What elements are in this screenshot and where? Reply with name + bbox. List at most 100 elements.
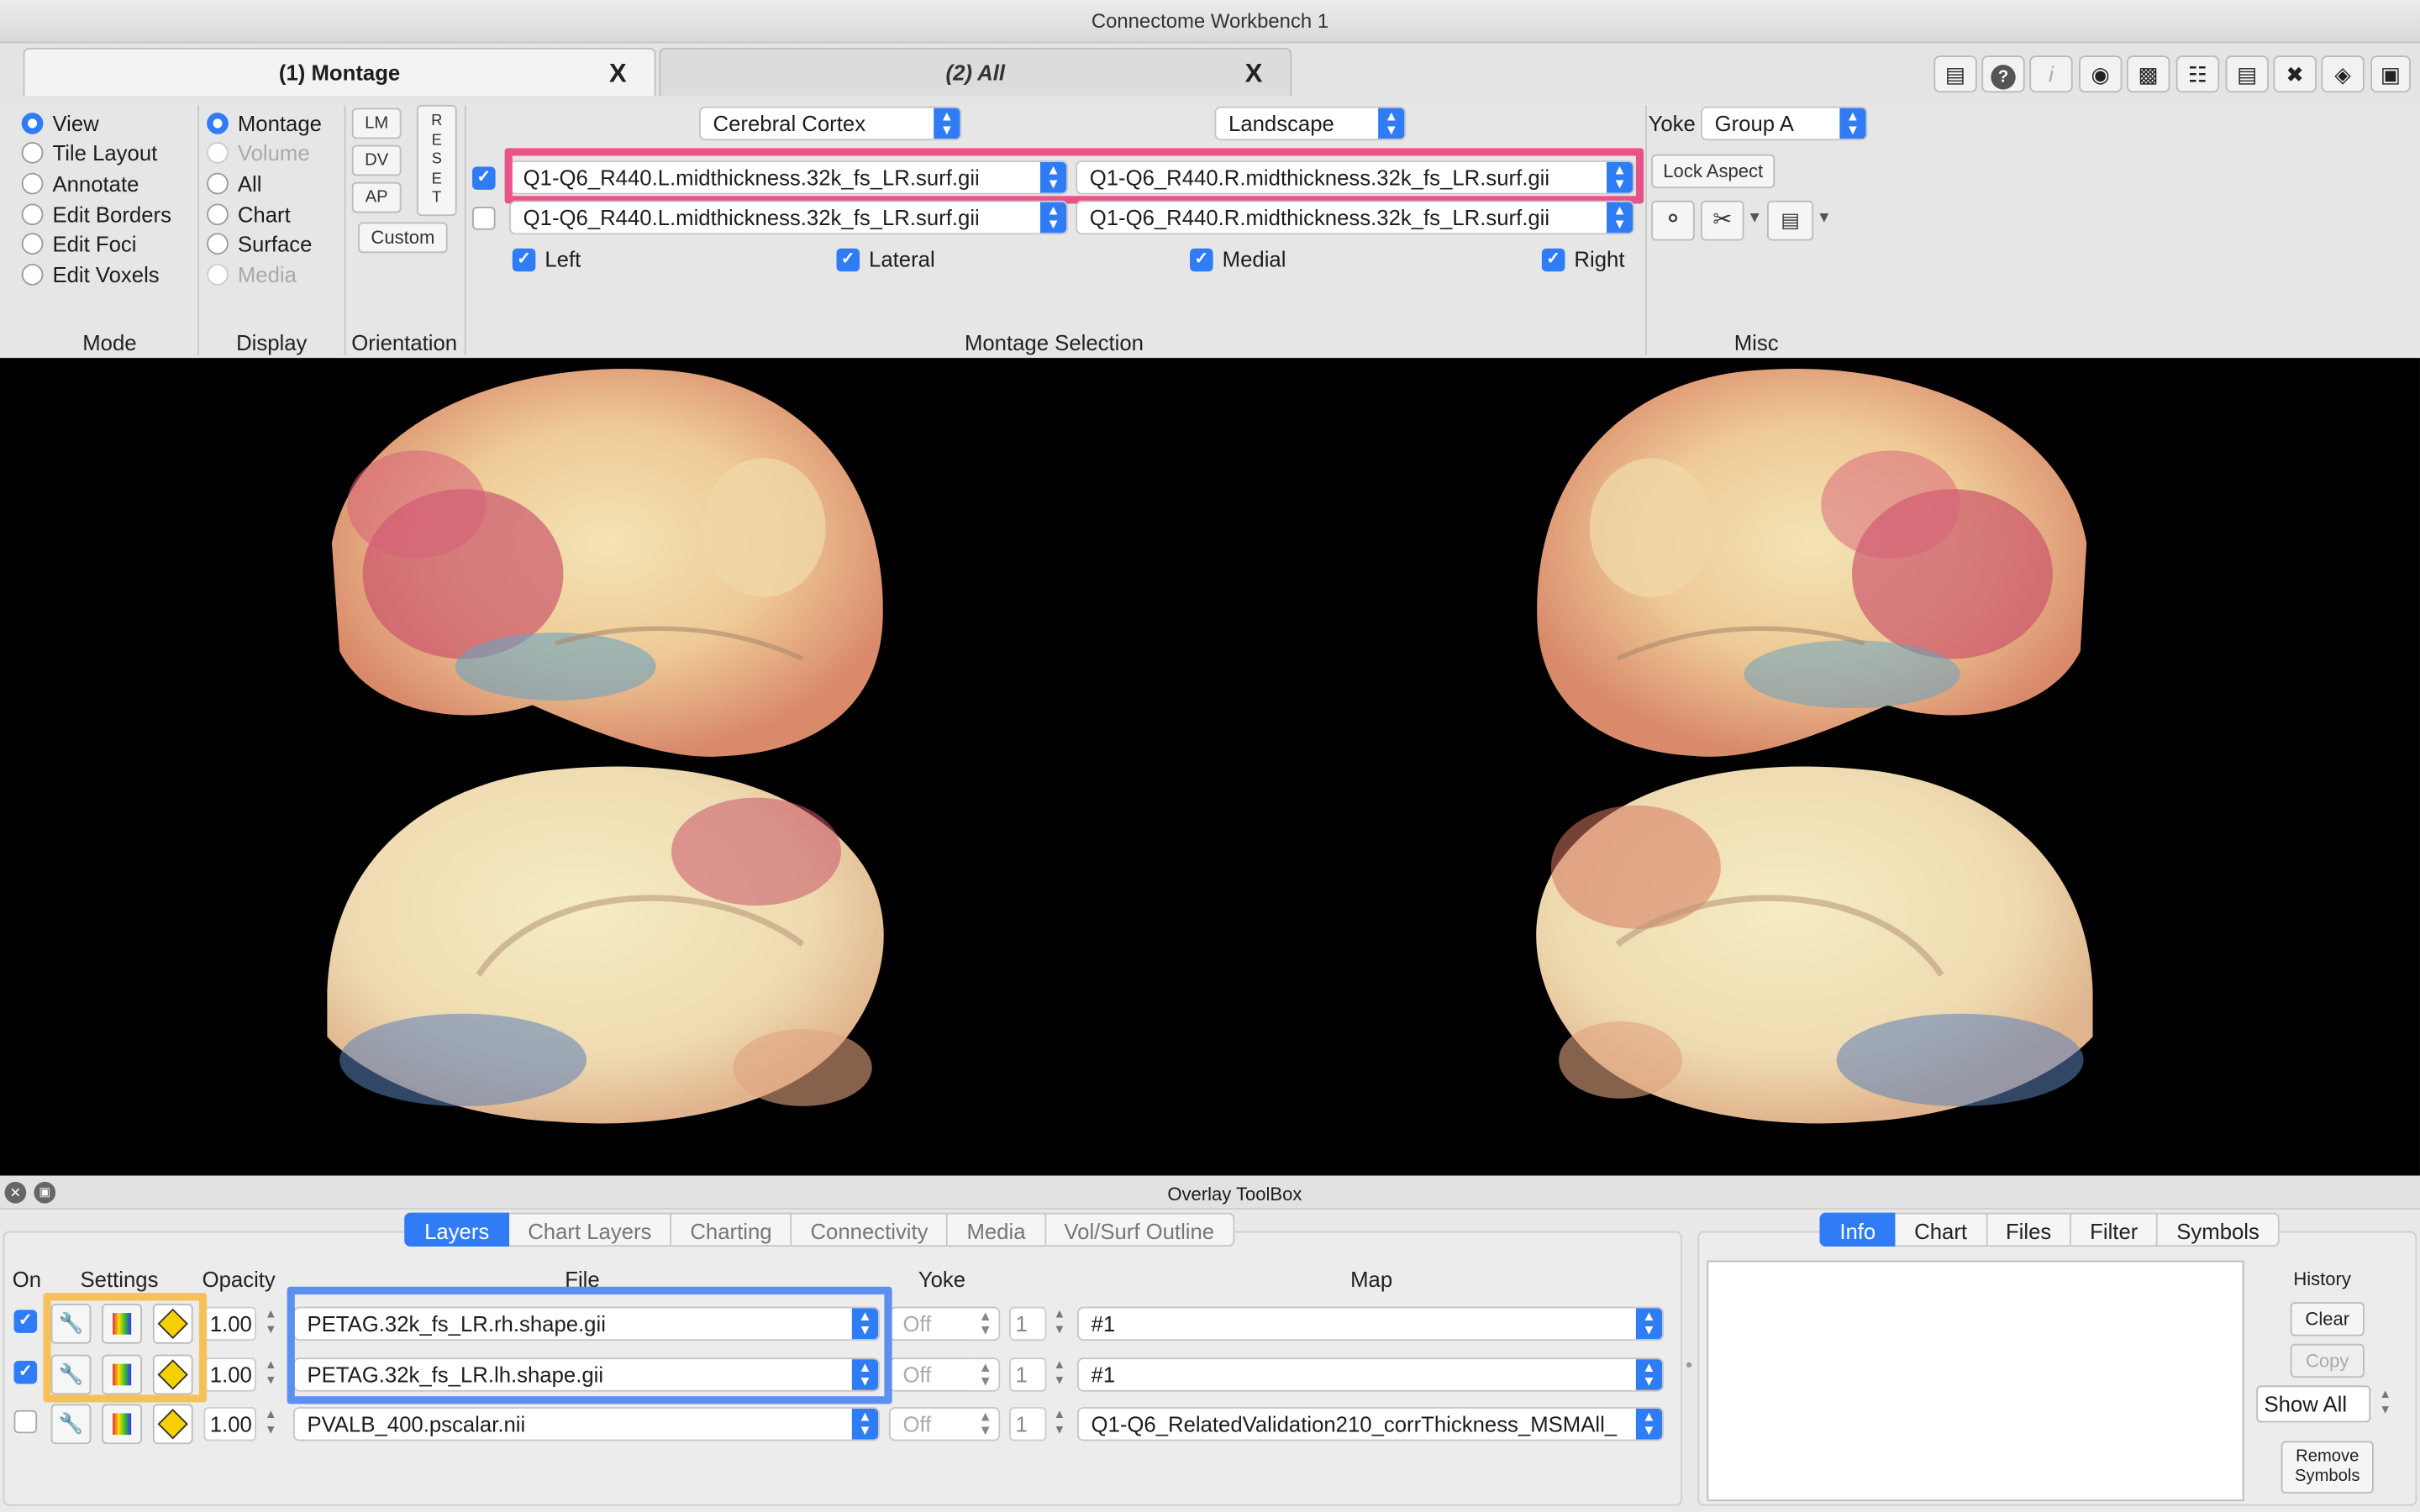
help-icon[interactable]: ? bbox=[1981, 55, 2025, 93]
mode-tile-layout-radio[interactable]: Tile Layout bbox=[21, 139, 195, 169]
stepper-icon[interactable]: ▲ ▼ bbox=[1051, 1357, 1068, 1391]
col-on: On bbox=[12, 1266, 42, 1292]
display-all-radio[interactable]: All bbox=[207, 169, 349, 199]
tab-layers[interactable]: Layers bbox=[404, 1212, 510, 1247]
chevron-down-icon[interactable]: ▼ bbox=[1747, 210, 1762, 227]
display-montage-radio[interactable]: Montage bbox=[207, 108, 349, 139]
view-medial-checkbox[interactable]: ✓ Medial bbox=[1190, 247, 1286, 271]
tab-info[interactable]: Info bbox=[1819, 1212, 1897, 1247]
map-index-field[interactable]: 1 bbox=[1009, 1306, 1047, 1341]
tab-chart[interactable]: Chart bbox=[1896, 1212, 1987, 1247]
chevron-updown-icon: ▲ ▼ bbox=[1635, 1359, 1663, 1390]
tab-symbols[interactable]: Symbols bbox=[2158, 1212, 2280, 1247]
montage-row2-checkbox[interactable] bbox=[472, 207, 496, 230]
map-index-field[interactable]: 1 bbox=[1009, 1357, 1047, 1392]
layer-yoke-select[interactable]: Off ▲ ▼ bbox=[888, 1407, 1001, 1441]
stepper-icon[interactable]: ▲ ▼ bbox=[262, 1407, 279, 1441]
ruler-icon[interactable]: ▤ bbox=[1767, 200, 1814, 241]
orientation-lm-button[interactable]: LM bbox=[351, 108, 402, 139]
tab-filter[interactable]: Filter bbox=[2071, 1212, 2159, 1247]
info-icon[interactable]: i bbox=[2029, 55, 2073, 93]
tab-montage[interactable]: (1) Montage X bbox=[23, 47, 656, 97]
view-left-checkbox[interactable]: ✓ Left bbox=[512, 247, 581, 271]
opacity-field[interactable]: 1.00 bbox=[203, 1306, 256, 1341]
stepper-icon[interactable]: ▲ ▼ bbox=[262, 1307, 279, 1341]
montage-row2-right-surface-select[interactable]: Q1-Q6_R440.R.midthickness.32k_fs_LR.surf… bbox=[1076, 200, 1635, 235]
tab-all[interactable]: (2) All X bbox=[659, 47, 1292, 97]
mode-edit-voxels-radio[interactable]: Edit Voxels bbox=[21, 260, 195, 290]
movie-icon[interactable]: ▩ bbox=[2126, 55, 2170, 93]
tab-all-label: (2) All bbox=[945, 60, 1006, 86]
chevron-updown-icon: ▲ ▼ bbox=[1039, 202, 1067, 234]
display-chart-radio[interactable]: Chart bbox=[207, 199, 349, 229]
stepper-icon[interactable]: ▲ ▼ bbox=[1051, 1407, 1068, 1441]
map-index-field[interactable]: 1 bbox=[1009, 1407, 1047, 1441]
view-lateral-checkbox[interactable]: ✓ Lateral bbox=[836, 247, 935, 271]
chevron-updown-icon: ▲ ▼ bbox=[1635, 1308, 1663, 1340]
yoke-label: Yoke bbox=[1648, 111, 1696, 136]
view-right-checkbox[interactable]: ✓ Right bbox=[1541, 247, 1624, 271]
layer-on-checkbox[interactable] bbox=[13, 1410, 38, 1434]
splitter-handle[interactable]: ● bbox=[1686, 1357, 1693, 1372]
identify-icon[interactable]: ◉ bbox=[2079, 55, 2123, 93]
scissors-icon[interactable]: ✂ bbox=[1701, 200, 1744, 241]
tab-chart-layers[interactable]: Chart Layers bbox=[509, 1212, 672, 1247]
show-all-select[interactable]: Show All bbox=[2256, 1385, 2371, 1423]
layout-select[interactable]: Landscape ▲ ▼ bbox=[1214, 106, 1407, 141]
scene-icon[interactable]: ☷ bbox=[2175, 55, 2220, 93]
graphics-viewport[interactable] bbox=[0, 358, 2420, 1176]
highlight-settings bbox=[43, 1293, 208, 1403]
visibility-icon[interactable] bbox=[152, 1404, 193, 1445]
stepper-icon[interactable]: ▲ ▼ bbox=[1051, 1307, 1068, 1341]
mode-edit-foci-radio[interactable]: Edit Foci bbox=[21, 229, 195, 260]
orientation-custom-button[interactable]: Custom bbox=[358, 222, 448, 254]
close-tab-all-icon[interactable]: X bbox=[1245, 50, 1263, 97]
clapper-icon[interactable]: ▤ bbox=[2225, 55, 2269, 93]
chevron-down-icon[interactable]: ▼ bbox=[1817, 210, 1832, 227]
main-toolbar: View Tile Layout Annotate Edit Borders E… bbox=[0, 102, 2420, 359]
tab-charting[interactable]: Charting bbox=[671, 1212, 792, 1247]
remove-symbols-button[interactable]: Remove Symbols bbox=[2281, 1441, 2374, 1494]
tools-icon[interactable]: ✖ bbox=[2273, 55, 2317, 93]
mode-view-radio[interactable]: View bbox=[21, 108, 195, 139]
structure-select[interactable]: Cerebral Cortex ▲ ▼ bbox=[699, 106, 962, 141]
wrench-icon[interactable]: 🔧 bbox=[50, 1404, 92, 1445]
copy-button[interactable]: Copy bbox=[2290, 1343, 2365, 1378]
tab-files[interactable]: Files bbox=[1986, 1212, 2072, 1247]
palette-icon[interactable] bbox=[102, 1404, 142, 1445]
tab-vol-surf-outline[interactable]: Vol/Surf Outline bbox=[1045, 1212, 1234, 1247]
tab-media[interactable]: Media bbox=[948, 1212, 1046, 1247]
lightbulb-icon[interactable]: ⚬ bbox=[1651, 200, 1695, 241]
mode-annotate-radio[interactable]: Annotate bbox=[21, 169, 195, 199]
montage-row2-left-surface-select[interactable]: Q1-Q6_R440.L.midthickness.32k_fs_LR.surf… bbox=[509, 200, 1068, 235]
orientation-reset-button[interactable]: R E S E T bbox=[416, 104, 457, 217]
info-text-area[interactable] bbox=[1707, 1260, 2244, 1502]
orientation-ap-button[interactable]: AP bbox=[351, 181, 402, 213]
orientation-dv-button[interactable]: DV bbox=[351, 144, 402, 176]
opacity-field[interactable]: 1.00 bbox=[203, 1407, 256, 1441]
divider bbox=[197, 104, 199, 355]
layer-map-select[interactable]: #1 ▲ ▼ bbox=[1077, 1306, 1664, 1341]
opacity-field[interactable]: 1.00 bbox=[203, 1357, 256, 1392]
mode-edit-borders-radio[interactable]: Edit Borders bbox=[21, 199, 195, 229]
display-surface-radio[interactable]: Surface bbox=[207, 229, 349, 260]
close-tab-montage-icon[interactable]: X bbox=[609, 50, 627, 97]
yoke-select[interactable]: Group A ▲ ▼ bbox=[1701, 106, 1868, 141]
layer-map-select[interactable]: Q1-Q6_RelatedValidation210_corrThickness… bbox=[1077, 1407, 1664, 1441]
layer-yoke-select[interactable]: Off ▲ ▼ bbox=[888, 1306, 1001, 1341]
layer-yoke-select[interactable]: Off ▲ ▼ bbox=[888, 1357, 1001, 1392]
lock-aspect-button[interactable]: Lock Aspect bbox=[1651, 154, 1776, 189]
layers-icon[interactable]: ◈ bbox=[2321, 55, 2365, 93]
stepper-icon[interactable]: ▲ ▼ bbox=[2377, 1387, 2394, 1420]
layer-file-select[interactable]: PVALB_400.pscalar.nii ▲ ▼ bbox=[292, 1407, 880, 1441]
montage-row1-checkbox[interactable]: ✓ bbox=[472, 166, 496, 190]
annotation-icon[interactable]: ▤ bbox=[1933, 55, 1977, 93]
toolbox-icon[interactable]: ▣ bbox=[2370, 55, 2411, 93]
layer-map-select[interactable]: #1 ▲ ▼ bbox=[1077, 1357, 1664, 1392]
layer-on-checkbox[interactable]: ✓ bbox=[13, 1310, 38, 1333]
stepper-icon[interactable]: ▲ ▼ bbox=[262, 1357, 279, 1391]
tab-connectivity[interactable]: Connectivity bbox=[792, 1212, 949, 1247]
right-medial-surface bbox=[1536, 766, 2093, 1124]
clear-button[interactable]: Clear bbox=[2290, 1302, 2365, 1336]
layer-on-checkbox[interactable]: ✓ bbox=[13, 1360, 38, 1384]
